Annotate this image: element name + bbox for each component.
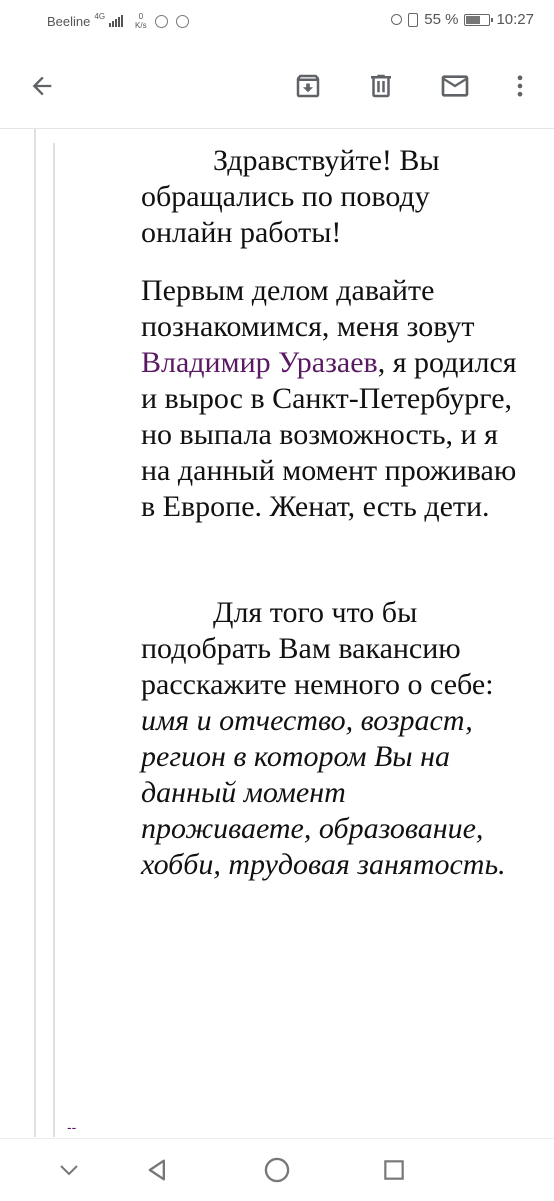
network-speed: 0 K/s xyxy=(135,12,147,30)
more-options-button[interactable] xyxy=(498,64,542,108)
intro-paragraph: Первым делом давайте познакомимся, меня … xyxy=(141,273,521,525)
nav-home-icon xyxy=(264,1157,290,1183)
status-left: Beeline 4G 0 K/s xyxy=(47,12,189,30)
network-type: 4G xyxy=(94,11,106,21)
carrier-name: Beeline xyxy=(47,13,91,29)
message-text: Здравствуйте! Вы обращались по поводу он… xyxy=(141,143,521,883)
delete-button[interactable] xyxy=(359,64,403,108)
mail-toolbar xyxy=(0,42,554,129)
status-bar: Beeline 4G 0 K/s 55 % 10:27 xyxy=(0,0,554,42)
back-button[interactable] xyxy=(20,64,64,108)
quote-bar-inner xyxy=(53,143,55,1137)
network-speed-value: 0 xyxy=(138,12,144,21)
whatsapp-icon xyxy=(175,14,189,28)
viber-icon xyxy=(154,14,168,28)
vibrate-icon xyxy=(408,12,419,27)
network-speed-unit: K/s xyxy=(135,21,147,30)
greeting-paragraph: Здравствуйте! Вы обращались по поводу он… xyxy=(141,144,440,249)
battery-percent: 55 % xyxy=(424,11,459,28)
status-right: 55 % 10:27 xyxy=(391,11,534,28)
alarm-icon xyxy=(391,14,403,25)
request-text: Для того что бы подобрать Вам вакансию р… xyxy=(141,596,494,701)
clock: 10:27 xyxy=(496,11,534,28)
quote-bar-outer xyxy=(34,129,36,1137)
signal-icon xyxy=(109,15,124,27)
hide-nav-button[interactable] xyxy=(51,1152,87,1188)
hide-nav-icon xyxy=(60,1165,78,1176)
system-nav-bar xyxy=(0,1138,554,1201)
sender-name-link[interactable]: Владимир Уразаев xyxy=(141,346,378,379)
request-paragraph: Для того что бы подобрать Вам вакансию р… xyxy=(141,595,521,883)
nav-home-button[interactable] xyxy=(259,1152,295,1188)
archive-icon xyxy=(296,74,320,98)
more-vert-icon xyxy=(517,75,523,97)
message-body: Здравствуйте! Вы обращались по поводу он… xyxy=(0,129,554,1137)
archive-button[interactable] xyxy=(286,64,330,108)
delete-icon xyxy=(371,74,391,98)
nav-recents-icon xyxy=(384,1160,404,1180)
intro-text-start: Первым делом давайте познакомимся, меня … xyxy=(141,274,475,343)
back-arrow-icon xyxy=(32,76,52,96)
request-italic-text: имя и отчество, возраст, регион в которо… xyxy=(141,704,506,881)
nav-back-icon xyxy=(148,1159,165,1181)
battery-icon xyxy=(464,13,494,26)
mark-unread-icon xyxy=(441,75,469,97)
nav-back-button[interactable] xyxy=(140,1152,176,1188)
nav-recents-button[interactable] xyxy=(376,1152,412,1188)
mark-unread-button[interactable] xyxy=(433,64,477,108)
signature-separator: -- xyxy=(67,1119,77,1135)
